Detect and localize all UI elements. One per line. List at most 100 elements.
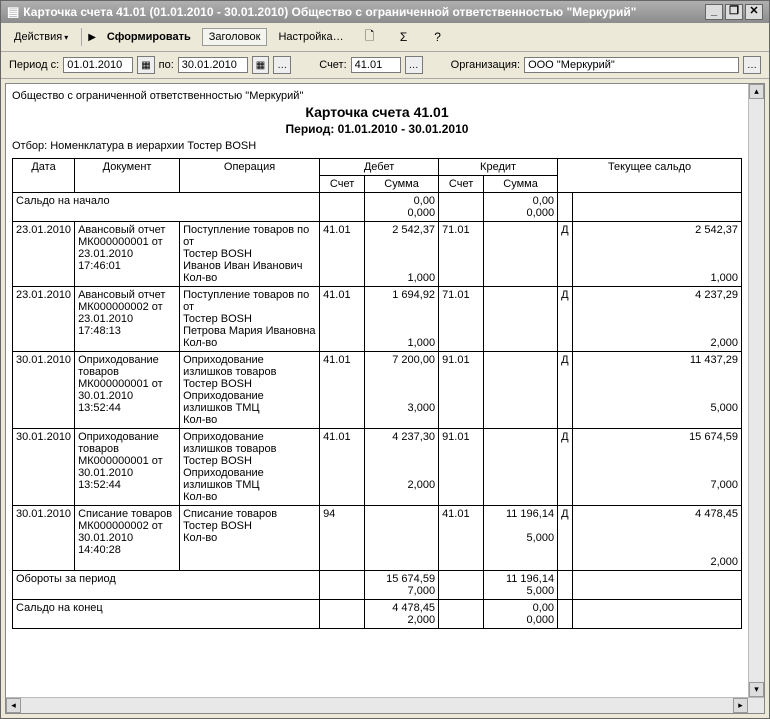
app-window: ▤ Карточка счета 41.01 (01.01.2010 - 30.… bbox=[0, 0, 770, 719]
cell-c-acct: 41.01 bbox=[439, 506, 484, 571]
cell-c-acct: 91.01 bbox=[439, 429, 484, 506]
th-doc: Документ bbox=[75, 159, 180, 193]
account-input[interactable] bbox=[351, 57, 401, 73]
report-org: Общество с ограниченной ответственностью… bbox=[12, 90, 742, 102]
separator bbox=[81, 28, 82, 46]
th-op: Операция bbox=[180, 159, 320, 193]
th-balance: Текущее сальдо bbox=[558, 159, 742, 193]
scroll-down-button[interactable]: ▾ bbox=[749, 682, 764, 697]
help-button[interactable]: ? bbox=[423, 26, 453, 48]
cell-d-acct: 41.01 bbox=[320, 287, 365, 352]
form-button[interactable]: Сформировать bbox=[100, 28, 198, 46]
titlebar: ▤ Карточка счета 41.01 (01.01.2010 - 30.… bbox=[1, 1, 769, 23]
cell-op: Поступление товаров по отТостер BOSHПетр… bbox=[180, 287, 320, 352]
cell-bal-dc: Д bbox=[558, 429, 572, 506]
settings-label: Настройка… bbox=[278, 31, 343, 43]
tool-icon-1[interactable]: 🗋 bbox=[355, 26, 385, 48]
date-to-input[interactable] bbox=[178, 57, 248, 73]
org-input[interactable] bbox=[524, 57, 739, 73]
report-table: Дата Документ Операция Дебет Кредит Теку… bbox=[12, 158, 742, 629]
help-icon: ? bbox=[430, 29, 446, 45]
cell-c-sum bbox=[484, 352, 558, 429]
org-select-button[interactable]: … bbox=[743, 56, 761, 74]
cell-bal-dc: Д bbox=[558, 506, 572, 571]
dropdown-icon: ▾ bbox=[64, 33, 68, 42]
maximize-button[interactable]: ❐ bbox=[725, 4, 743, 20]
cell-bal-dc: Д bbox=[558, 287, 572, 352]
report-title: Карточка счета 41.01 bbox=[12, 104, 742, 120]
cell-date: 30.01.2010 bbox=[13, 429, 75, 506]
cell-c-sum bbox=[484, 222, 558, 287]
window-title: Карточка счета 41.01 (01.01.2010 - 30.01… bbox=[23, 5, 703, 19]
calendar-icon: ▦ bbox=[141, 60, 150, 71]
report: Общество с ограниченной ответственностью… bbox=[6, 84, 748, 649]
report-area: Общество с ограниченной ответственностью… bbox=[5, 83, 765, 714]
cell-d-sum: 7 200,003,000 bbox=[365, 352, 439, 429]
toolbar: Действия ▾ ▶ Сформировать Заголовок Наст… bbox=[1, 23, 769, 52]
table-row: 23.01.2010Авансовый отчет МК000000001 от… bbox=[13, 222, 742, 287]
sheet-icon: 🗋 bbox=[362, 29, 378, 45]
actions-menu[interactable]: Действия ▾ bbox=[7, 28, 75, 46]
org-label: Организация: bbox=[451, 59, 520, 71]
table-row: 30.01.2010Оприходование товаров МК000000… bbox=[13, 352, 742, 429]
cell-bal-dc: Д bbox=[558, 222, 572, 287]
sum-icon: Σ bbox=[396, 29, 412, 45]
cell-op: Оприходование излишков товаровТостер BOS… bbox=[180, 429, 320, 506]
cell-c-sum: 11 196,145,000 bbox=[484, 506, 558, 571]
minimize-button[interactable]: _ bbox=[705, 4, 723, 20]
end-balance-label: Сальдо на конец bbox=[13, 600, 320, 629]
horizontal-scrollbar[interactable]: ◂ ▸ bbox=[6, 697, 764, 713]
start-balance-row: Сальдо на начало 0,000,000 0,000,000 bbox=[13, 193, 742, 222]
play-icon: ▶ bbox=[88, 32, 96, 43]
scroll-up-button[interactable]: ▴ bbox=[749, 84, 764, 99]
turnover-label: Обороты за период bbox=[13, 571, 320, 600]
end-balance-row: Сальдо на конец4 478,452,0000,000,000 bbox=[13, 600, 742, 629]
period-from-label: Период с: bbox=[9, 59, 59, 71]
cell-date: 30.01.2010 bbox=[13, 506, 75, 571]
th-d-sum: Сумма bbox=[365, 176, 439, 193]
cell-date: 23.01.2010 bbox=[13, 222, 75, 287]
cell-doc: Авансовый отчет МК000000001 от 23.01.201… bbox=[75, 222, 180, 287]
scroll-left-button[interactable]: ◂ bbox=[6, 698, 21, 713]
date-to-picker[interactable]: ▦ bbox=[252, 56, 269, 74]
cell-d-acct: 94 bbox=[320, 506, 365, 571]
cell-date: 23.01.2010 bbox=[13, 287, 75, 352]
th-c-sum: Сумма bbox=[484, 176, 558, 193]
th-d-acct: Счет bbox=[320, 176, 365, 193]
cell-op: Поступление товаров по отТостер BOSHИван… bbox=[180, 222, 320, 287]
header-button[interactable]: Заголовок bbox=[202, 28, 268, 46]
cell-d-acct: 41.01 bbox=[320, 222, 365, 287]
cell-date: 30.01.2010 bbox=[13, 352, 75, 429]
cell-d-sum: 4 237,302,000 bbox=[365, 429, 439, 506]
app-icon: ▤ bbox=[7, 4, 19, 20]
cell-d-sum: 1 694,921,000 bbox=[365, 287, 439, 352]
cell-doc: Списание товаров МК000000002 от 30.01.20… bbox=[75, 506, 180, 571]
form-label: Сформировать bbox=[107, 31, 191, 43]
vertical-scrollbar[interactable]: ▴ ▾ bbox=[748, 84, 764, 697]
cell-bal-sum: 11 437,295,000 bbox=[572, 352, 741, 429]
close-button[interactable]: ✕ bbox=[745, 4, 763, 20]
actions-label: Действия bbox=[14, 31, 62, 43]
filter-bar: Период с: ▦ по: ▦ … Счет: … Организация:… bbox=[1, 52, 769, 79]
period-select-button[interactable]: … bbox=[273, 56, 291, 74]
th-debit: Дебет bbox=[320, 159, 439, 176]
report-period: Период: 01.01.2010 - 30.01.2010 bbox=[12, 122, 742, 136]
cell-c-sum bbox=[484, 429, 558, 506]
th-date: Дата bbox=[13, 159, 75, 193]
table-row: 30.01.2010Оприходование товаров МК000000… bbox=[13, 429, 742, 506]
cell-doc: Оприходование товаров МК000000001 от 30.… bbox=[75, 352, 180, 429]
scroll-right-button[interactable]: ▸ bbox=[733, 698, 748, 713]
account-select-button[interactable]: … bbox=[405, 56, 423, 74]
date-from-picker[interactable]: ▦ bbox=[137, 56, 154, 74]
tool-icon-2[interactable]: Σ bbox=[389, 26, 419, 48]
cell-bal-sum: 4 237,292,000 bbox=[572, 287, 741, 352]
cell-d-sum: 2 542,371,000 bbox=[365, 222, 439, 287]
cell-bal-sum: 4 478,452,000 bbox=[572, 506, 741, 571]
cell-c-acct: 91.01 bbox=[439, 352, 484, 429]
settings-button[interactable]: Настройка… bbox=[271, 28, 350, 46]
table-row: 30.01.2010Списание товаров МК000000002 о… bbox=[13, 506, 742, 571]
th-c-acct: Счет bbox=[439, 176, 484, 193]
th-credit: Кредит bbox=[439, 159, 558, 176]
date-from-input[interactable] bbox=[63, 57, 133, 73]
header-label: Заголовок bbox=[209, 31, 261, 43]
